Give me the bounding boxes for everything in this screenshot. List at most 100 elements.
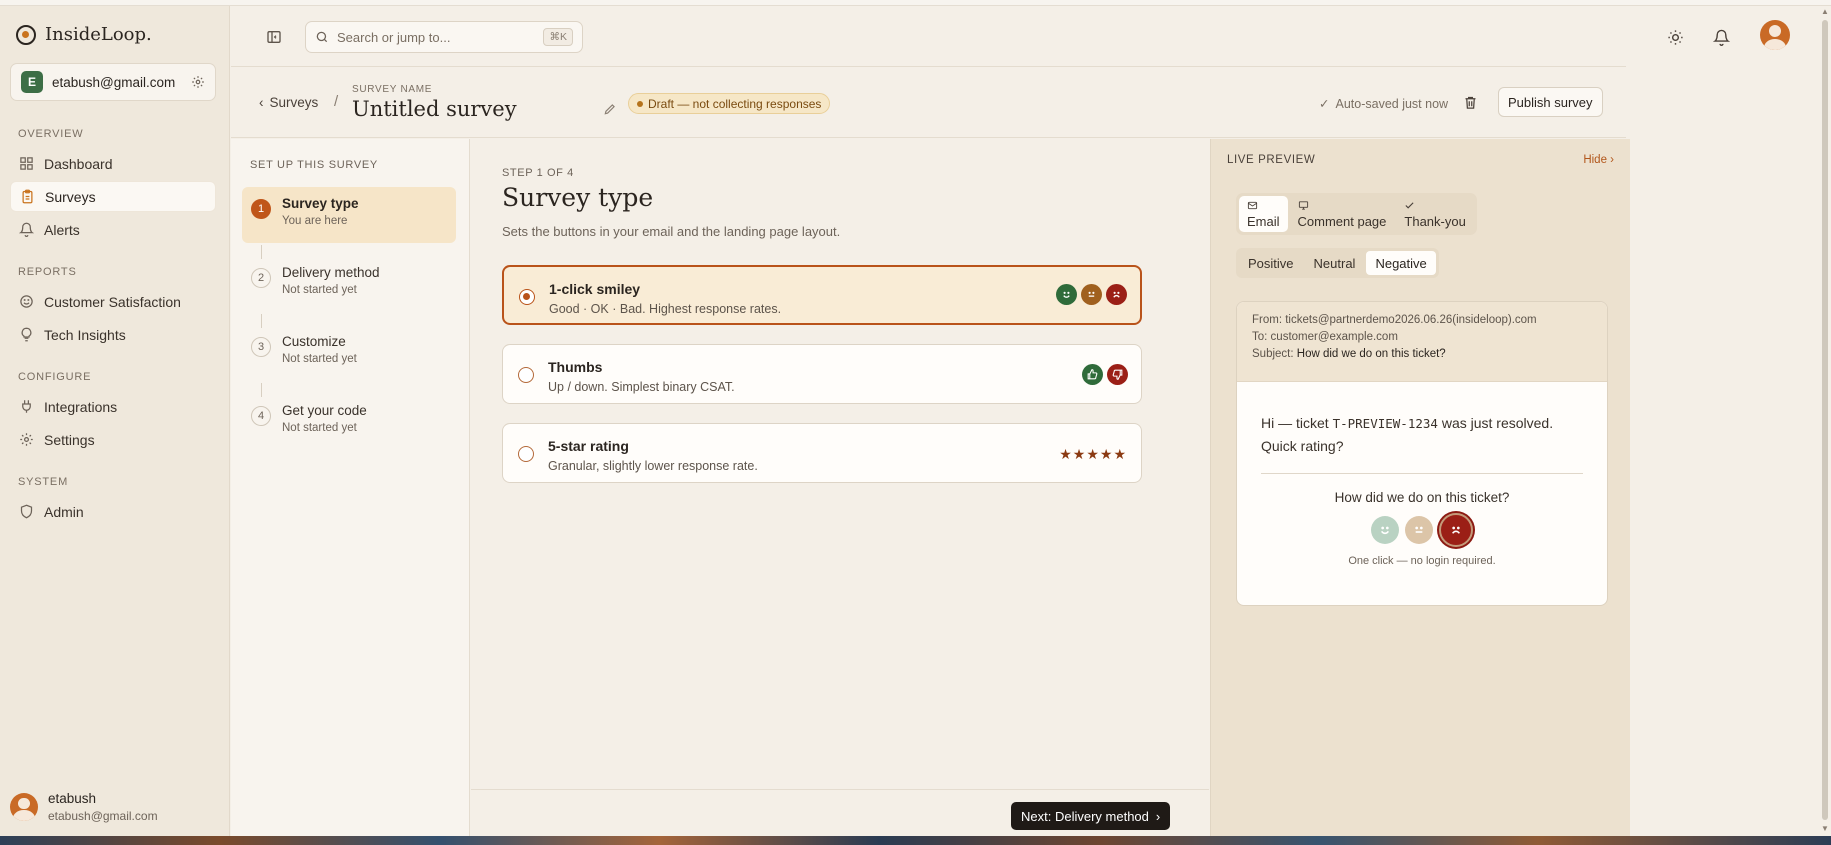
step-number: 3: [251, 337, 271, 357]
message-prefix: Hi — ticket: [1261, 415, 1333, 431]
account-badge: E: [21, 71, 43, 93]
nav-section-reports: REPORTS: [18, 266, 77, 278]
main-content: STEP 1 OF 4 Survey type Sets the buttons…: [471, 139, 1209, 836]
step-customize[interactable]: 3 Customize Not started yet: [242, 325, 456, 381]
sidebar-item-tech-insights[interactable]: Tech Insights: [10, 319, 216, 350]
from-address: tickets@partnerdemo2026.06.26(insideloop…: [1285, 314, 1537, 326]
scrollbar-thumb[interactable]: [1822, 20, 1828, 820]
sidebar-item-label: Surveys: [45, 188, 96, 205]
step-get-your-code[interactable]: 4 Get your code Not started yet: [242, 394, 456, 450]
account-email: etabush@gmail.com: [52, 74, 176, 90]
segment-positive[interactable]: Positive: [1239, 251, 1303, 275]
status-badge: Draft — not collecting responses: [628, 93, 831, 114]
sidebar-item-label: Tech Insights: [44, 326, 126, 343]
step-status: Not started yet: [282, 284, 357, 296]
check-icon: ✓: [1319, 97, 1330, 111]
lightbulb-icon: [21, 327, 32, 342]
tab-thank-you[interactable]: Thank-you: [1396, 196, 1473, 232]
sidebar-item-surveys[interactable]: Surveys: [10, 181, 216, 212]
step-delivery-method[interactable]: 2 Delivery method Not started yet: [242, 256, 456, 312]
account-settings-icon[interactable]: [191, 75, 205, 89]
option-title: 1-click smiley: [549, 281, 641, 297]
page-scrollbar[interactable]: ▲ ▼: [1819, 6, 1831, 836]
step-status: You are here: [282, 215, 348, 227]
radio-button[interactable]: [518, 367, 534, 383]
user-profile[interactable]: etabush etabush@gmail.com: [10, 791, 158, 823]
hide-preview-link[interactable]: Hide ›: [1583, 154, 1614, 166]
autosave-status: ✓ Auto-saved just now: [1319, 96, 1448, 112]
sidebar: InsideLoop. E etabush@gmail.com OVERVIEW…: [0, 6, 230, 836]
nav-section-configure: CONFIGURE: [18, 371, 92, 383]
topbar: Search or jump to... ⌘K: [231, 6, 1790, 67]
thumbs-down-icon: [1107, 364, 1128, 385]
chevron-right-icon: ›: [1155, 808, 1161, 824]
desktop-wallpaper-strip: [0, 836, 1831, 845]
breadcrumb-back-link[interactable]: ‹ Surveys: [259, 95, 318, 110]
segment-negative[interactable]: Negative: [1366, 251, 1436, 275]
divider: [1261, 473, 1583, 474]
bell-icon: [19, 222, 34, 237]
happy-face-icon[interactable]: [1371, 516, 1399, 544]
radio-button[interactable]: [518, 446, 534, 462]
option-5-star-rating[interactable]: 5-star rating Granular, slightly lower r…: [502, 423, 1142, 483]
live-preview-panel: LIVE PREVIEW Hide › Email Comment page T…: [1210, 139, 1630, 836]
sidebar-item-admin[interactable]: Admin: [10, 496, 216, 527]
step-title: Delivery method: [282, 265, 380, 280]
user-email: etabush@gmail.com: [48, 809, 158, 823]
step-number: 2: [251, 268, 271, 288]
to-address: customer@example.com: [1270, 331, 1398, 343]
check-icon: [1405, 201, 1414, 209]
step-number: 1: [251, 199, 271, 219]
sidebar-item-integrations[interactable]: Integrations: [10, 391, 216, 422]
sidebar-item-dashboard[interactable]: Dashboard: [10, 148, 216, 179]
nav-section-system: SYSTEM: [18, 476, 69, 488]
monitor-icon: [1298, 200, 1308, 210]
user-name: etabush: [48, 791, 97, 806]
scroll-down-icon[interactable]: ▼: [1821, 824, 1829, 833]
survey-title-bar: ‹ Surveys / SURVEY NAME Untitled survey …: [231, 67, 1626, 138]
option-title: 5-star rating: [548, 438, 629, 454]
step-survey-type[interactable]: 1 Survey type You are here: [242, 187, 456, 243]
breadcrumb-surveys: Surveys: [269, 95, 319, 110]
wizard-footer: Next: Delivery method ›: [471, 789, 1209, 836]
neutral-face-icon[interactable]: [1405, 516, 1433, 544]
option-1-click-smiley[interactable]: 1-click smiley Good · OK · Bad. Highest …: [502, 265, 1142, 325]
sun-icon[interactable]: [1667, 29, 1684, 46]
option-thumbs[interactable]: Thumbs Up / down. Simplest binary CSAT.: [502, 344, 1142, 404]
user-avatar-button[interactable]: [1760, 20, 1790, 50]
rating-buttons: [1261, 513, 1583, 547]
radio-button[interactable]: [519, 289, 535, 305]
sidebar-item-settings[interactable]: Settings: [10, 424, 216, 455]
app-logo[interactable]: InsideLoop.: [16, 24, 152, 45]
smiley-preview: [1056, 284, 1127, 305]
email-to-row: To: customer@example.com: [1252, 331, 1592, 343]
segment-neutral[interactable]: Neutral: [1305, 251, 1365, 275]
sidebar-toggle-icon[interactable]: [266, 29, 282, 45]
search-input[interactable]: Search or jump to... ⌘K: [305, 21, 583, 53]
status-badge-label: Draft — not collecting responses: [648, 96, 822, 111]
sidebar-item-label: Admin: [44, 503, 84, 520]
thumbs-preview: [1082, 364, 1128, 385]
pencil-icon[interactable]: [603, 102, 617, 116]
setup-steps: SET UP THIS SURVEY 1 Survey type You are…: [231, 139, 470, 836]
step-title: Survey type: [282, 196, 359, 211]
option-description: Granular, slightly lower response rate.: [548, 459, 758, 473]
step-status: Not started yet: [282, 422, 357, 434]
sad-face-icon[interactable]: [1439, 513, 1473, 547]
scroll-up-icon[interactable]: ▲: [1821, 7, 1829, 16]
sidebar-item-alerts[interactable]: Alerts: [10, 214, 216, 245]
tab-email[interactable]: Email: [1239, 196, 1288, 232]
email-message: Hi — ticket T-PREVIEW-1234 was just reso…: [1261, 412, 1583, 457]
email-subject-row: Subject: How did we do on this ticket?: [1252, 348, 1592, 360]
sidebar-item-customer-satisfaction[interactable]: Customer Satisfaction: [10, 286, 216, 317]
publish-survey-button[interactable]: Publish survey: [1498, 87, 1603, 117]
sad-face-icon: [1106, 284, 1127, 305]
survey-title[interactable]: Untitled survey: [352, 97, 517, 121]
ticket-id: T-PREVIEW-1234: [1332, 416, 1438, 431]
account-switcher[interactable]: E etabush@gmail.com: [10, 63, 216, 101]
trash-icon[interactable]: [1463, 95, 1478, 110]
tab-comment-page[interactable]: Comment page: [1290, 196, 1395, 232]
bell-icon[interactable]: [1713, 29, 1730, 46]
sentiment-selector: Positive Neutral Negative: [1236, 248, 1439, 278]
next-delivery-method-button[interactable]: Next: Delivery method ›: [1011, 802, 1171, 830]
